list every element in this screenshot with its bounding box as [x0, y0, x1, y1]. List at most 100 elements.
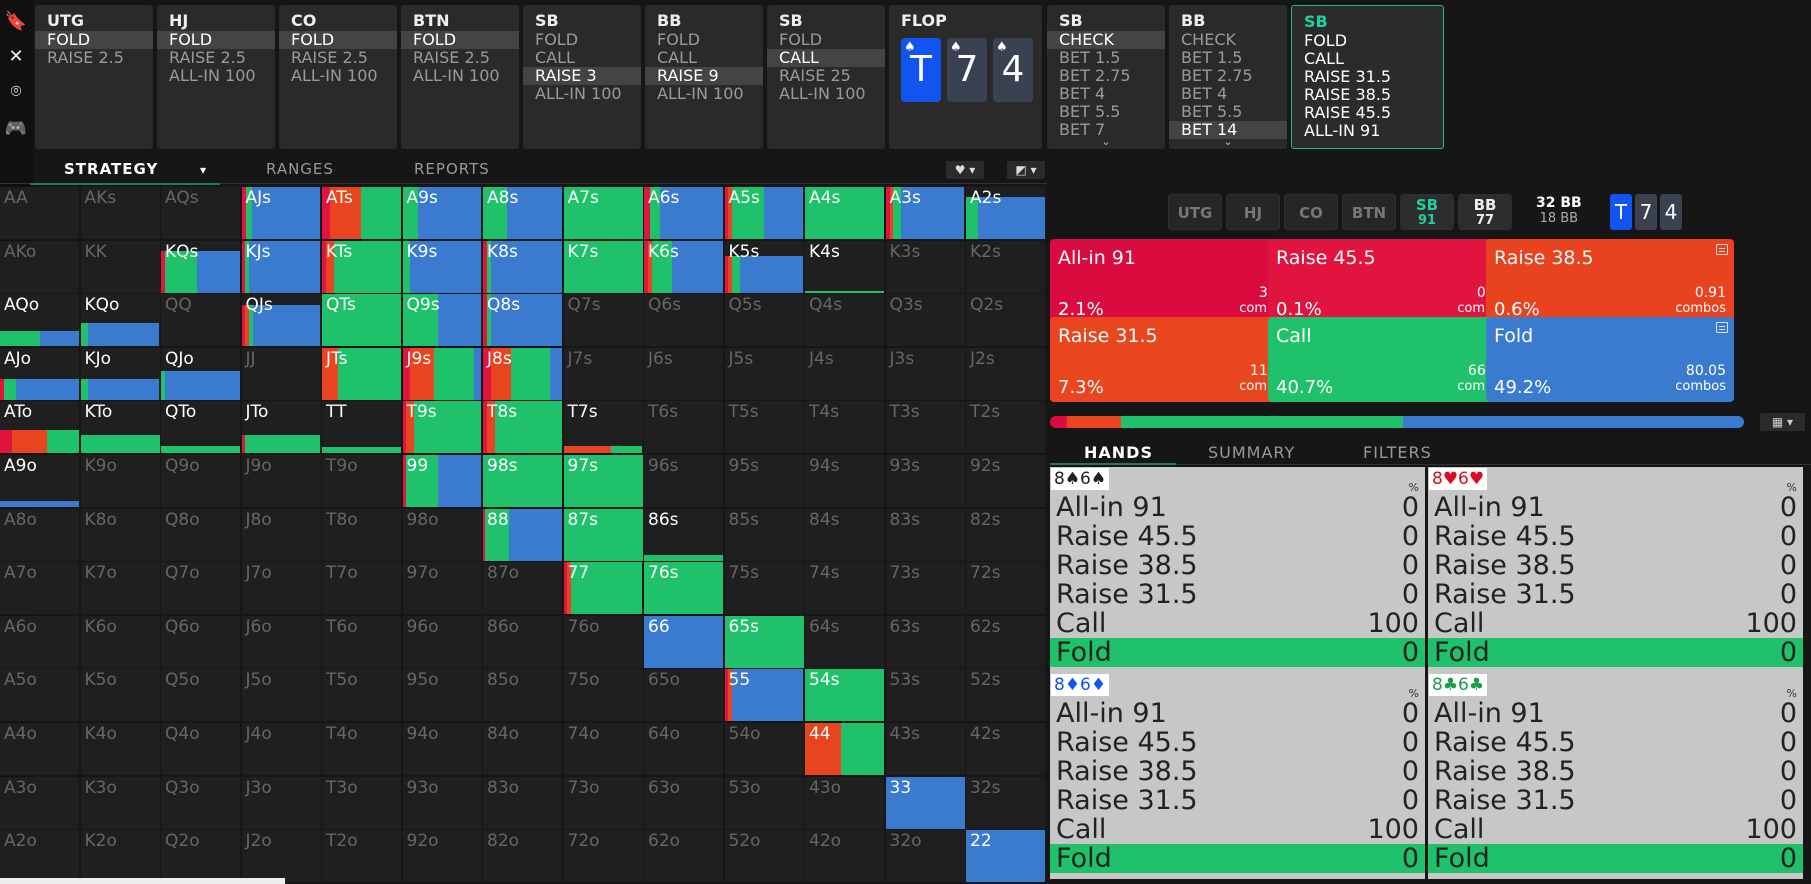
hand-cell-94o[interactable]: 94o	[402, 723, 483, 776]
hand-cell-75o[interactable]: 75o	[563, 669, 644, 723]
hand-cell-32s[interactable]: 32s	[966, 776, 1046, 830]
node-option[interactable]: CALL	[523, 49, 641, 67]
chevron-down-icon[interactable]: ⌄	[1169, 133, 1287, 151]
hand-cell-KTs[interactable]: KTs	[322, 240, 402, 294]
hand-cell-83s[interactable]: 83s	[885, 508, 966, 562]
node-option[interactable]: FOLD	[401, 31, 519, 49]
node-option[interactable]: BET 5.5	[1169, 103, 1287, 121]
hand-cell-J8o[interactable]: J8o	[241, 508, 322, 562]
hand-cell-K3o[interactable]: K3o	[80, 776, 161, 830]
hand-cell-T8s[interactable]: T8s	[483, 401, 563, 455]
tab-filters[interactable]: FILTERS	[1363, 443, 1432, 462]
hand-cell-Q3o[interactable]: Q3o	[161, 776, 241, 830]
hand-cell-42s[interactable]: 42s	[966, 723, 1046, 776]
action-node-co[interactable]: CO FOLD RAISE 2.5 ALL-IN 100	[279, 5, 397, 149]
hand-cell-93s[interactable]: 93s	[885, 455, 966, 508]
hand-cell-53o[interactable]: 53o	[724, 776, 805, 830]
node-option[interactable]: ALL-IN 100	[645, 85, 763, 103]
hand-cell-Q5o[interactable]: Q5o	[161, 669, 241, 723]
hand-cell-J3s[interactable]: J3s	[885, 347, 966, 401]
hand-cell-K5s[interactable]: K5s	[724, 240, 805, 294]
action-node-sb[interactable]: SB FOLD CALL RAISE 25 ALL-IN 100	[767, 5, 885, 149]
hand-cell-65o[interactable]: 65o	[644, 669, 724, 723]
hand-cell-A5o[interactable]: A5o	[0, 669, 80, 723]
node-option[interactable]: BET 4	[1169, 85, 1287, 103]
hand-cell-JTo[interactable]: JTo	[241, 401, 322, 455]
node-option[interactable]: FOLD	[35, 31, 153, 49]
node-option[interactable]: ALL-IN 91	[1292, 122, 1443, 140]
action-node-sb[interactable]: SB FOLD CALL RAISE 3 ALL-IN 100	[523, 5, 641, 149]
node-option[interactable]: FOLD	[523, 31, 641, 49]
hand-cell-T5o[interactable]: T5o	[322, 669, 402, 723]
action-node-flop[interactable]: FLOP ♠ T ♠ 7 ♠ 4	[889, 5, 1042, 149]
action-box-raise-38-5[interactable]: Raise 38.5 0.6% 0.91 combos	[1486, 239, 1734, 324]
hand-cell-94s[interactable]: 94s	[805, 455, 885, 508]
hand-cell-95o[interactable]: 95o	[402, 669, 483, 723]
node-option[interactable]: FOLD	[279, 31, 397, 49]
contrast-dropdown-icon[interactable]: ◩ ▾	[1007, 161, 1045, 179]
hand-cell-72o[interactable]: 72o	[563, 830, 644, 884]
hand-cell-73o[interactable]: 73o	[563, 776, 644, 830]
hand-cell-62s[interactable]: 62s	[966, 615, 1046, 669]
hand-cell-T4s[interactable]: T4s	[805, 401, 885, 455]
hand-cell-AKo[interactable]: AKo	[0, 240, 80, 294]
hand-cell-Q3s[interactable]: Q3s	[885, 294, 966, 348]
node-option[interactable]: RAISE 2.5	[279, 49, 397, 67]
hand-cell-Q7s[interactable]: Q7s	[563, 294, 644, 348]
hand-cell-Q6s[interactable]: Q6s	[644, 294, 724, 348]
hand-cell-JTs[interactable]: JTs	[322, 347, 402, 401]
node-option[interactable]: FOLD	[1292, 32, 1443, 50]
hand-cell-AJs[interactable]: AJs	[241, 187, 322, 240]
hand-cell-K2o[interactable]: K2o	[80, 830, 161, 884]
hand-cell-62o[interactable]: 62o	[644, 830, 724, 884]
hand-cell-K5o[interactable]: K5o	[80, 669, 161, 723]
hand-cell-T3s[interactable]: T3s	[885, 401, 966, 455]
hand-cell-85s[interactable]: 85s	[724, 508, 805, 562]
hand-cell-63o[interactable]: 63o	[644, 776, 724, 830]
hand-cell-92o[interactable]: 92o	[402, 830, 483, 884]
hand-cell-96s[interactable]: 96s	[644, 455, 724, 508]
chevron-down-icon[interactable]: ⌄	[1047, 133, 1165, 151]
hand-cell-TT[interactable]: TT	[322, 401, 402, 455]
hand-cell-J8s[interactable]: J8s	[483, 347, 563, 401]
hand-cell-A4o[interactable]: A4o	[0, 723, 80, 776]
node-option[interactable]: RAISE 9	[645, 67, 763, 85]
hand-cell-AKs[interactable]: AKs	[80, 187, 161, 240]
hand-cell-43s[interactable]: 43s	[885, 723, 966, 776]
menu-icon[interactable]	[1716, 244, 1728, 255]
hand-cell-97o[interactable]: 97o	[402, 562, 483, 616]
hand-cell-63s[interactable]: 63s	[885, 615, 966, 669]
node-option[interactable]: ALL-IN 100	[523, 85, 641, 103]
seat-co[interactable]: CO	[1284, 194, 1338, 230]
hand-cell-43o[interactable]: 43o	[805, 776, 885, 830]
strategy-dropdown-icon[interactable]: ▾	[200, 163, 207, 177]
action-node-sb[interactable]: SB CHECK BET 1.5 BET 2.75 BET 4 BET 5.5 BET 7 ⌄	[1047, 5, 1165, 149]
hand-cell-74s[interactable]: 74s	[805, 562, 885, 616]
hand-cell-97s[interactable]: 97s	[563, 455, 644, 508]
hand-cell-A9o[interactable]: A9o	[0, 455, 80, 508]
hand-cell-85o[interactable]: 85o	[483, 669, 563, 723]
seat-sb[interactable]: SB 91	[1400, 194, 1454, 230]
hand-cell-AJo[interactable]: AJo	[0, 347, 80, 401]
favorite-dropdown-icon[interactable]: ♥ ▾	[946, 161, 984, 179]
hand-cell-T7o[interactable]: T7o	[322, 562, 402, 616]
hand-cell-64o[interactable]: 64o	[644, 723, 724, 776]
hand-cell-87o[interactable]: 87o	[483, 562, 563, 616]
hand-cell-QQ[interactable]: QQ	[161, 294, 241, 348]
hand-cell-K9o[interactable]: K9o	[80, 455, 161, 508]
hand-cell-QTs[interactable]: QTs	[322, 294, 402, 348]
hand-cell-J9s[interactable]: J9s	[402, 347, 483, 401]
node-option[interactable]: CALL	[645, 49, 763, 67]
hand-cell-Q5s[interactable]: Q5s	[724, 294, 805, 348]
tab-reports[interactable]: REPORTS	[414, 160, 490, 178]
hand-cell-KJo[interactable]: KJo	[80, 347, 161, 401]
hand-cell-A3o[interactable]: A3o	[0, 776, 80, 830]
node-option[interactable]: BET 1.5	[1047, 49, 1165, 67]
hand-cell-ATs[interactable]: ATs	[322, 187, 402, 240]
node-option[interactable]: RAISE 2.5	[401, 49, 519, 67]
hand-cell-77[interactable]: 77	[563, 562, 644, 616]
node-option[interactable]: ALL-IN 100	[157, 67, 275, 85]
hand-cell-K8o[interactable]: K8o	[80, 508, 161, 562]
hand-cell-A8s[interactable]: A8s	[483, 187, 563, 240]
hand-cell-J3o[interactable]: J3o	[241, 776, 322, 830]
